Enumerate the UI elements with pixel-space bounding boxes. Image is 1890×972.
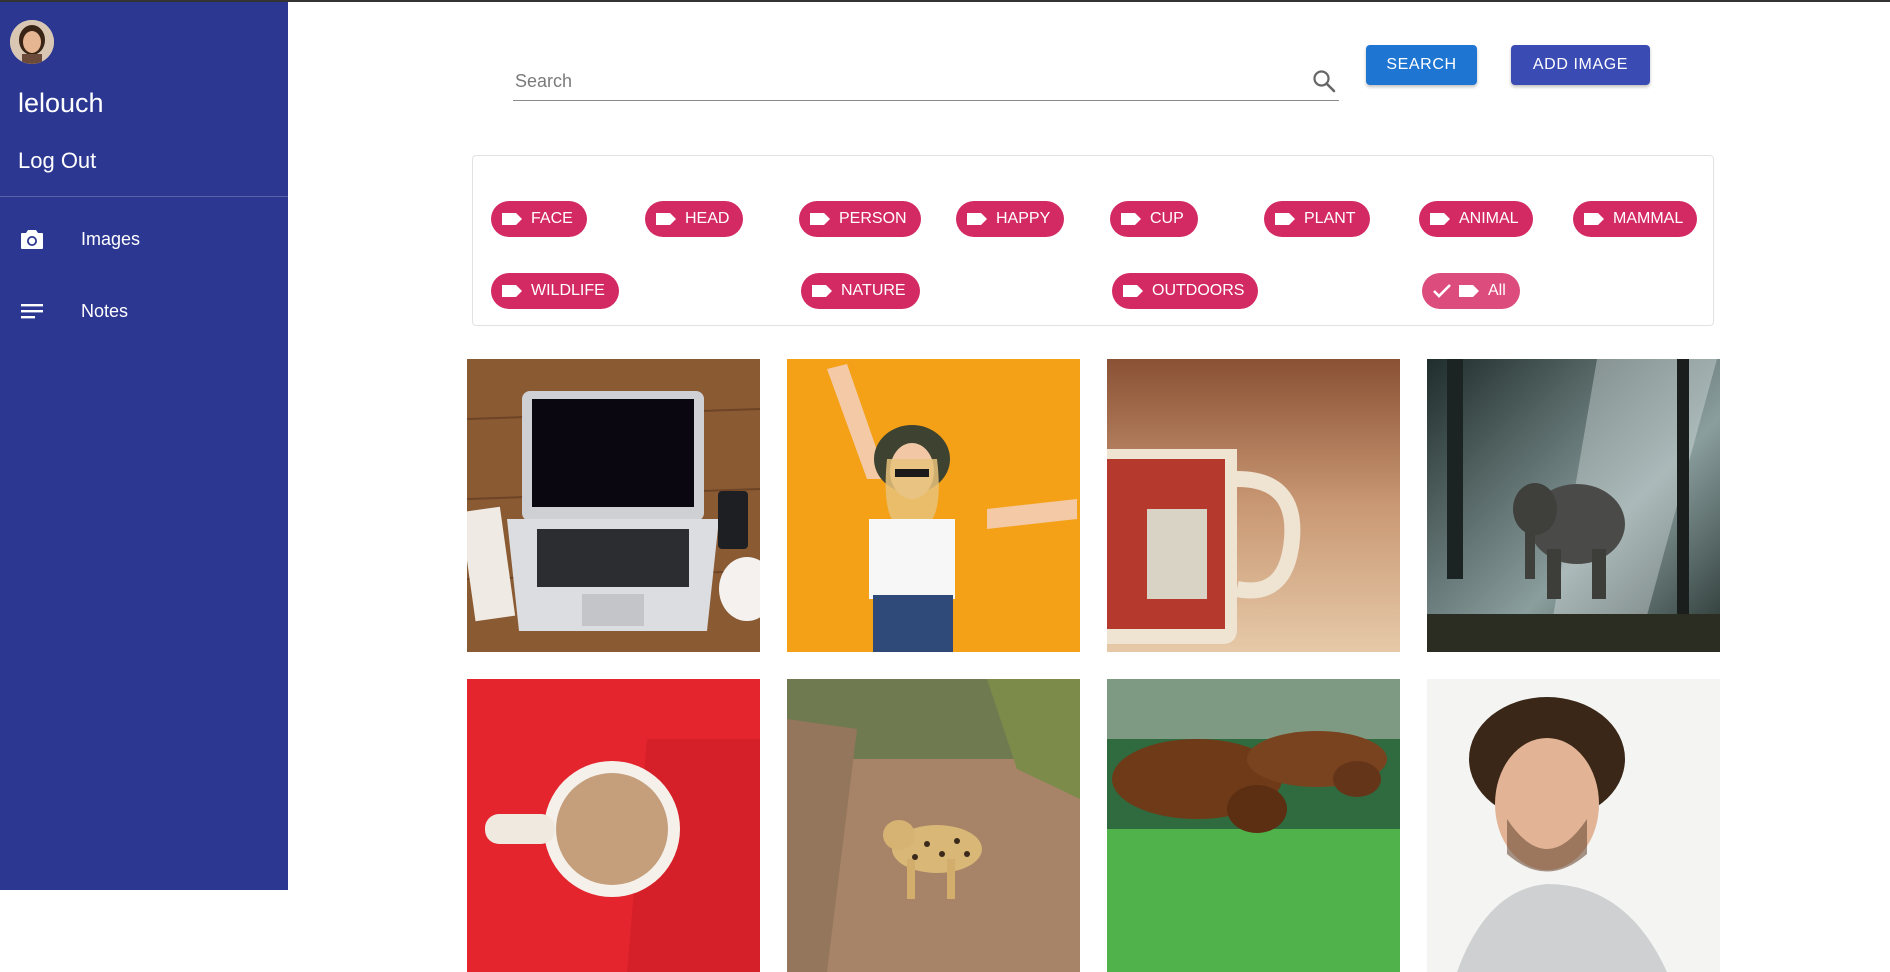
coffee-image [467,679,760,972]
label-icon [1122,284,1144,298]
avatar[interactable] [10,20,54,64]
chip-label: CUP [1150,210,1184,227]
gallery-image-dogs[interactable] [1107,679,1400,972]
label-icon [501,284,523,298]
chip-label: PERSON [839,210,907,227]
add-image-button[interactable]: ADD IMAGE [1511,45,1650,85]
camera-icon [18,225,46,253]
chip-label: OUTDOORS [1152,282,1245,299]
chip-label: HEAD [685,210,730,227]
tag-chip-mammal[interactable]: MAMMAL [1573,201,1698,237]
chip-label: WILDLIFE [531,282,605,299]
sidebar-divider [0,196,288,197]
gallery-image-laptop[interactable] [467,359,760,652]
label-icon [1429,212,1451,226]
chip-label: MAMMAL [1613,210,1684,227]
woman-image [787,359,1080,652]
sidebar-item-label: Notes [81,300,129,321]
gallery-image-woman[interactable] [787,359,1080,652]
tag-chip-face[interactable]: FACE [491,201,587,237]
sidebar-item-notes[interactable]: Notes [0,283,288,339]
gallery-image-mug[interactable] [1107,359,1400,652]
laptop-image [467,359,760,652]
tag-chip-outdoors[interactable]: OUTDOORS [1112,273,1259,309]
label-icon [1583,212,1605,226]
tag-chip-all[interactable]: All [1422,273,1520,309]
mug-image [1107,359,1400,652]
chip-label: All [1488,282,1506,299]
label-icon [1274,212,1296,226]
logout-link[interactable]: Log Out [18,148,96,174]
label-icon [655,212,677,226]
label-icon [966,212,988,226]
gallery-image-leopard[interactable] [787,679,1080,972]
search-icon[interactable] [1311,68,1337,94]
label-icon [809,212,831,226]
search-input[interactable] [513,66,1297,96]
elephant-image [1427,359,1720,652]
label-icon [1458,284,1480,298]
label-icon [1120,212,1142,226]
gallery-image-coffee[interactable] [467,679,760,972]
tag-chip-animal[interactable]: ANIMAL [1419,201,1533,237]
tag-chip-person[interactable]: PERSON [799,201,921,237]
gallery-image-elephant[interactable] [1427,359,1720,652]
username: lelouch [18,88,104,118]
search-button[interactable]: SEARCH [1366,45,1477,85]
tag-chip-wildlife[interactable]: WILDLIFE [491,273,619,309]
label-icon [811,284,833,298]
tag-filter-panel: FACE HEAD PERSON HAPPY CUP PLANT ANIMAL … [472,155,1714,326]
tag-chip-cup[interactable]: CUP [1110,201,1198,237]
chip-label: HAPPY [996,210,1051,227]
chip-label: PLANT [1304,210,1356,227]
leopard-image [787,679,1080,972]
tag-chip-happy[interactable]: HAPPY [956,201,1065,237]
avatar-image [10,20,54,64]
man-image [1427,679,1720,972]
gallery-image-man[interactable] [1427,679,1720,972]
notes-icon [18,297,46,325]
dogs-image [1107,679,1400,972]
chip-label: FACE [531,210,573,227]
chip-label: NATURE [841,282,906,299]
sidebar-item-images[interactable]: Images [0,211,288,267]
chip-label: ANIMAL [1459,210,1519,227]
sidebar-item-label: Images [81,228,141,249]
tag-chip-nature[interactable]: NATURE [801,273,920,309]
tag-chip-head[interactable]: HEAD [645,201,744,237]
search-field [513,62,1339,101]
tag-chip-plant[interactable]: PLANT [1264,201,1370,237]
sidebar: lelouch Log Out Images Notes [0,2,288,890]
label-icon [501,212,523,226]
check-icon [1432,283,1452,299]
